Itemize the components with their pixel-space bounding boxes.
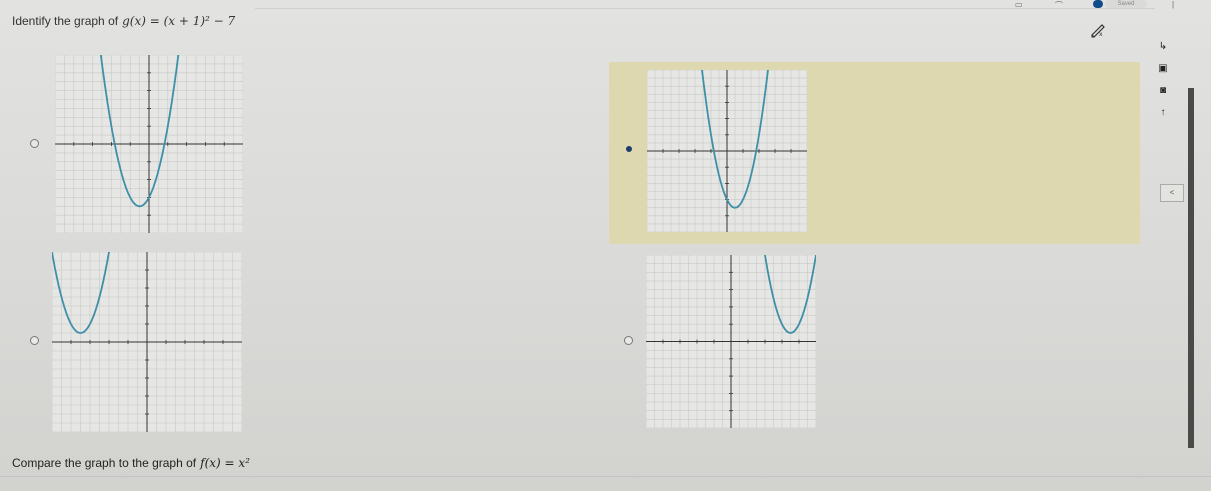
- divider-glyph: |: [1172, 0, 1175, 9]
- save-icon[interactable]: ▣: [1158, 64, 1168, 74]
- page: ▭ ⌒ Saved | Identify the graph of g(x) =…: [0, 0, 1211, 491]
- graph-svg: [55, 55, 243, 233]
- option-a-radio[interactable]: [30, 139, 39, 148]
- compare-function: f(x) = x²: [200, 456, 250, 470]
- svg-text:x: x: [1099, 31, 1103, 38]
- up-arrow-icon[interactable]: ↑: [1158, 108, 1168, 118]
- option-b-radio[interactable]: [626, 146, 632, 152]
- compare-text: Compare the graph to the graph of: [12, 456, 197, 470]
- scrollbar[interactable]: [1188, 88, 1194, 448]
- question-text: Identify the graph of: [12, 14, 119, 28]
- parabola-curve: [52, 252, 110, 334]
- question-prompt: Identify the graph of g(x) = (x + 1)² − …: [12, 14, 235, 28]
- status-indicator-icon: [1093, 0, 1103, 8]
- status-pill: Saved: [1105, 0, 1147, 8]
- option-d-graph[interactable]: [646, 255, 816, 428]
- option-c-graph[interactable]: [52, 252, 242, 432]
- window-icon: ▭: [1015, 0, 1023, 9]
- cursor-icon[interactable]: ↳: [1158, 42, 1168, 52]
- caret-icon: ⌒: [1055, 1, 1063, 10]
- bottom-divider: [0, 476, 1211, 477]
- question-function: g(x) = (x + 1)² − 7: [122, 14, 236, 28]
- option-a-graph[interactable]: [55, 55, 243, 233]
- pencil-calc-icon[interactable]: x: [1090, 22, 1106, 38]
- graph-svg: [647, 70, 807, 232]
- option-d-radio[interactable]: [624, 336, 633, 345]
- graph-svg: [52, 252, 242, 432]
- option-b-graph[interactable]: [647, 70, 807, 232]
- camera-icon[interactable]: ◙: [1158, 86, 1168, 96]
- option-c-radio[interactable]: [30, 336, 39, 345]
- collapse-button[interactable]: <: [1160, 184, 1184, 202]
- parabola-curve: [764, 255, 816, 334]
- compare-prompt: Compare the graph to the graph of f(x) =…: [12, 456, 250, 470]
- graph-svg: [646, 255, 816, 428]
- side-toolbar: ↳ ▣ ◙ ↑: [1150, 30, 1180, 130]
